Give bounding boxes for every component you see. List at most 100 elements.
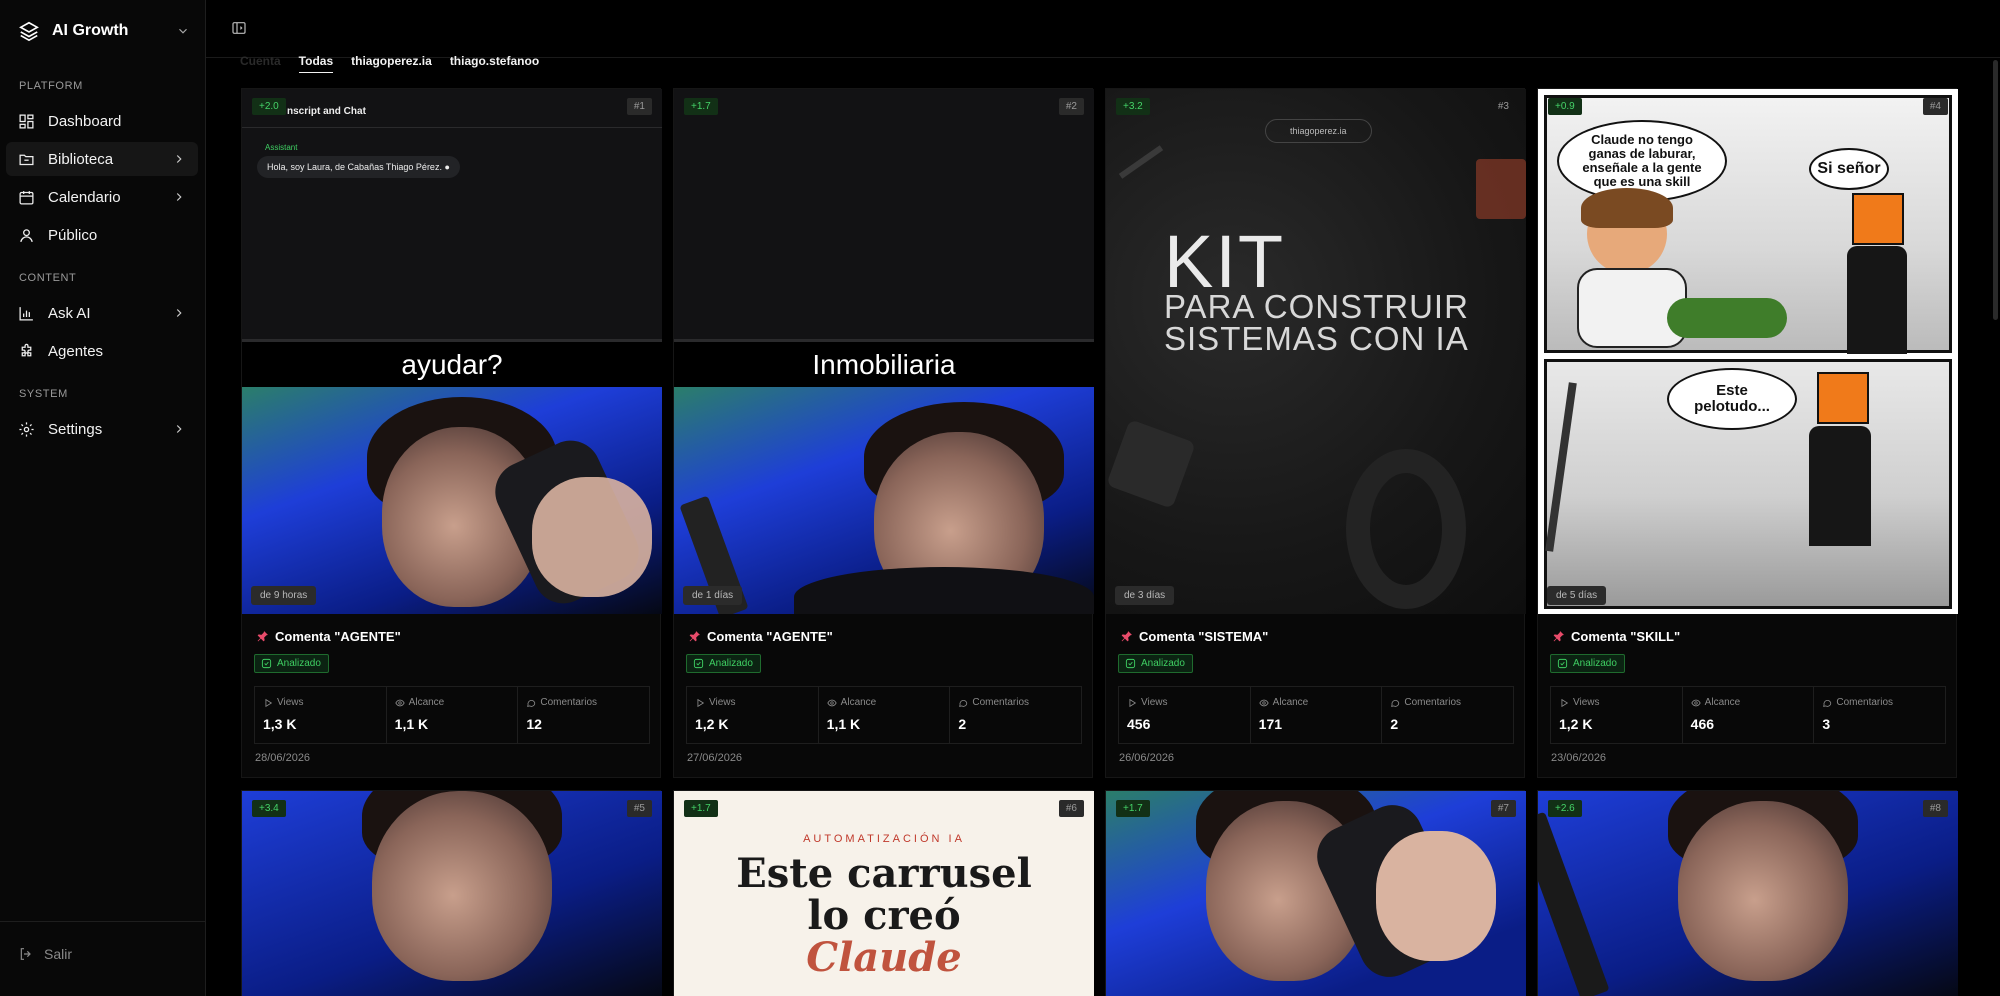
- stat-value: 12: [526, 716, 542, 732]
- tab-thiagoperez[interactable]: thiagoperez.ia: [351, 54, 432, 73]
- status-badge: Analizado: [1118, 654, 1193, 673]
- layers-icon: [19, 21, 39, 42]
- chevron-right-icon: [176, 425, 182, 433]
- gear-icon: [19, 421, 34, 437]
- post-card[interactable]: +1.7 #7: [1105, 790, 1526, 996]
- post-thumbnail[interactable]: thiagoperez.ia KIT PARA CONSTRUIR SISTEM…: [1106, 89, 1526, 614]
- stat-label: Alcance: [1704, 697, 1741, 708]
- stat-comentarios: Comentarios 3: [1814, 687, 1945, 743]
- play-icon: [1561, 698, 1569, 707]
- status-text: Analizado: [1573, 658, 1617, 669]
- post-card[interactable]: thiagoperez.ia KIT PARA CONSTRUIR SISTEM…: [1105, 88, 1526, 778]
- post-card[interactable]: AUTOMATIZACIÓN IA Este carrusel lo creó …: [673, 790, 1094, 996]
- video-caption: Inmobiliaria: [674, 342, 1094, 387]
- sidebar-toggle-icon[interactable]: [231, 20, 247, 36]
- pin-icon: [689, 631, 700, 642]
- sidebar-item-label: Calendario: [48, 188, 121, 206]
- post-card[interactable]: +2.6 #8: [1537, 790, 1958, 996]
- comic-panel: Este pelotudo...: [1544, 359, 1952, 609]
- sidebar-item-ask-ai[interactable]: Ask AI: [6, 296, 198, 330]
- carousel-headline-line: Este carrusel: [736, 850, 1032, 897]
- section-system: SYSTEM: [19, 388, 68, 400]
- chevron-right-icon: [176, 309, 182, 317]
- post-thumbnail[interactable]: +2.6 #8: [1538, 791, 1958, 996]
- stat-alcance: Alcance 1,1 K: [819, 687, 951, 743]
- score-delta-badge: +3.2: [1116, 98, 1150, 115]
- stat-label: Views: [277, 697, 304, 708]
- eye-icon: [395, 699, 405, 706]
- score-delta-badge: +2.0: [252, 98, 286, 115]
- chat-message: Hola, soy Laura, de Cabañas Thiago Pérez…: [257, 156, 460, 178]
- post-date: 26/06/2026: [1119, 752, 1175, 764]
- sidebar-item-dashboard[interactable]: Dashboard: [6, 104, 198, 138]
- chat-screenshot: nscript and Chat Assistant Hola, soy Lau…: [242, 89, 662, 342]
- speech-bubble: Si señor: [1809, 148, 1889, 190]
- rank-badge: #7: [1490, 800, 1516, 817]
- post-thumbnail[interactable]: AUTOMATIZACIÓN IA Este carrusel lo creó …: [674, 791, 1094, 996]
- rank-badge: #8: [1922, 800, 1948, 817]
- sidebar-item-biblioteca[interactable]: Biblioteca: [6, 142, 198, 176]
- stats-row: Views 1,2 K Alcance 466 Comentarios 3: [1550, 686, 1946, 744]
- tab-thiago-stefanoo[interactable]: thiago.stefanoo: [450, 54, 539, 73]
- stat-value: 1,1 K: [826, 716, 861, 732]
- status-text: Analizado: [277, 658, 321, 669]
- stat-value: 1,1 K: [394, 716, 429, 732]
- post-thumbnail[interactable]: +3.4 #5: [242, 791, 662, 996]
- topbar: [206, 0, 2000, 58]
- sidebar-item-calendario[interactable]: Calendario: [6, 180, 198, 214]
- video-frame: [674, 387, 1094, 614]
- sidebar-item-agentes[interactable]: Agentes: [6, 334, 198, 368]
- play-icon: [265, 698, 273, 707]
- rank-badge: #5: [626, 800, 652, 817]
- workspace-switcher[interactable]: AI Growth: [18, 18, 190, 44]
- time-ago-badge: de 3 días: [1115, 586, 1175, 605]
- stat-comentarios: Comentarios 12: [518, 687, 649, 743]
- post-thumbnail[interactable]: Claude no tengo ganas de laburar, enseña…: [1538, 89, 1958, 614]
- post-card[interactable]: Inmobiliaria +1.7 #2 de 1 días Comenta "…: [673, 88, 1094, 778]
- stat-alcance: Alcance 1,1 K: [387, 687, 519, 743]
- handle-pill: thiagoperez.ia: [1265, 119, 1372, 143]
- sidebar-item-label: Ask AI: [48, 304, 91, 322]
- sidebar-item-label: Agentes: [48, 342, 104, 360]
- logout-button[interactable]: Salir: [18, 946, 72, 962]
- chat-title: nscript and Chat: [287, 106, 366, 117]
- kit-subheading-line: SISTEMAS CON IA: [1164, 320, 1469, 357]
- stat-label: Alcance: [1272, 697, 1309, 708]
- post-thumbnail[interactable]: Inmobiliaria +1.7 #2 de 1 días: [674, 89, 1094, 614]
- sidebar-item-settings[interactable]: Settings: [6, 412, 198, 446]
- post-card[interactable]: Claude no tengo ganas de laburar, enseña…: [1537, 88, 1958, 778]
- post-card[interactable]: +3.4 #5: [241, 790, 662, 996]
- post-card[interactable]: nscript and Chat Assistant Hola, soy Lau…: [241, 88, 662, 778]
- tab-cuenta[interactable]: Cuenta: [240, 54, 281, 73]
- sidebar: AI Growth PLATFORM Dashboard Biblioteca …: [0, 0, 206, 996]
- chevron-right-icon: [176, 155, 182, 163]
- calendar-icon: [19, 190, 34, 205]
- stat-value: 2: [958, 716, 967, 732]
- scrollbar-thumb[interactable]: [1993, 60, 1998, 320]
- carousel-headline-line: Claude: [806, 934, 962, 981]
- stat-label: Comentarios: [1404, 697, 1462, 708]
- comment-icon: [1823, 699, 1832, 707]
- stat-value: 466: [1690, 716, 1715, 732]
- analyzed-icon: [261, 658, 272, 669]
- comment-icon: [959, 699, 968, 707]
- stat-label: Comentarios: [1836, 697, 1894, 708]
- sidebar-divider: [0, 921, 206, 922]
- section-platform: PLATFORM: [19, 80, 83, 92]
- stat-label: Views: [709, 697, 736, 708]
- time-ago-badge: de 9 horas: [251, 586, 317, 605]
- tab-todas[interactable]: Todas: [298, 54, 334, 73]
- post-thumbnail[interactable]: nscript and Chat Assistant Hola, soy Lau…: [242, 89, 662, 614]
- section-content: CONTENT: [19, 272, 77, 284]
- post-title-text: Comenta "SISTEMA": [1139, 629, 1269, 644]
- play-icon: [697, 698, 705, 707]
- post-thumbnail[interactable]: +1.7 #7: [1106, 791, 1526, 996]
- stat-label: Alcance: [840, 697, 877, 708]
- sidebar-item-publico[interactable]: Público: [6, 218, 198, 252]
- post-title: Comenta "SKILL": [1552, 629, 1680, 644]
- stat-alcance: Alcance 171: [1251, 687, 1383, 743]
- stat-alcance: Alcance 466: [1683, 687, 1815, 743]
- stat-value: 456: [1127, 716, 1151, 732]
- sidebar-item-label: Biblioteca: [48, 150, 114, 168]
- stat-value: 1,2 K: [695, 716, 729, 732]
